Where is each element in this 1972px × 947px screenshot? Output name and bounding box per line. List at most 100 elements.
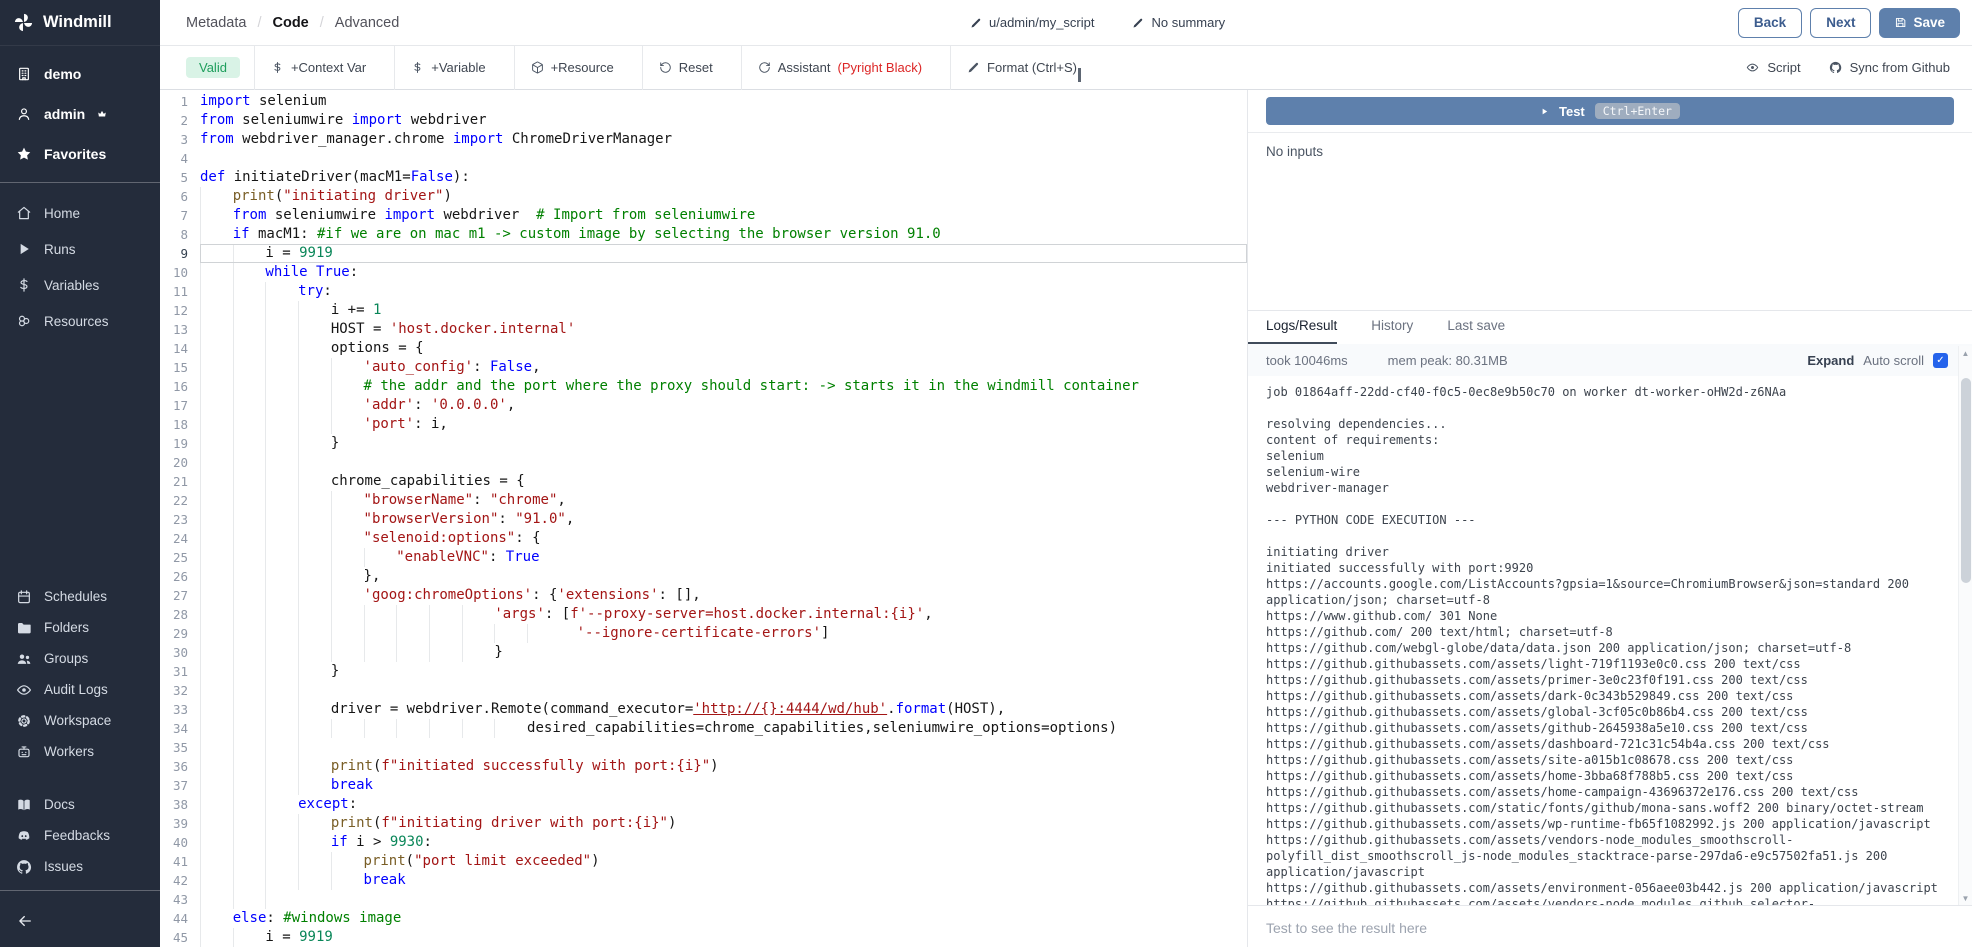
- code-line[interactable]: 10while True:: [160, 263, 1247, 282]
- code-line[interactable]: 18'port': i,: [160, 415, 1247, 434]
- code-line[interactable]: 44else: #windows image: [160, 909, 1247, 928]
- code-line[interactable]: 5def initiateDriver(macM1=False):: [160, 168, 1247, 187]
- sidebar-item-audit-logs[interactable]: Audit Logs: [0, 674, 160, 705]
- logs-output[interactable]: job 01864aff-22dd-cf40-f0c5-0ec8e9b50c70…: [1248, 376, 1958, 905]
- line-number: 31: [160, 662, 188, 681]
- sidebar-item-runs[interactable]: Runs: [0, 231, 160, 267]
- code-line[interactable]: 36print(f"initiated successfully with po…: [160, 757, 1247, 776]
- code-line[interactable]: 34desired_capabilities=chrome_capabiliti…: [160, 719, 1247, 738]
- code-line[interactable]: 40if i > 9930:: [160, 833, 1247, 852]
- tab-advanced[interactable]: Advanced: [335, 15, 400, 31]
- scroll-down-icon[interactable]: ▼: [1959, 891, 1972, 905]
- sidebar-item-home[interactable]: Home: [0, 195, 160, 231]
- save-button[interactable]: Save: [1879, 8, 1960, 38]
- toolbar-button-reset[interactable]: Reset: [645, 46, 727, 90]
- script-path[interactable]: u/admin/my_script: [970, 15, 1094, 30]
- sidebar-item-workers[interactable]: Workers: [0, 736, 160, 767]
- code-line[interactable]: 11try:: [160, 282, 1247, 301]
- code-line[interactable]: 27'goog:chromeOptions': {'extensions': […: [160, 586, 1247, 605]
- result-tab-last-save[interactable]: Last save: [1447, 318, 1505, 344]
- code-line[interactable]: 22"browserName": "chrome",: [160, 491, 1247, 510]
- sidebar-item-schedules[interactable]: Schedules: [0, 581, 160, 612]
- code-line[interactable]: 8if macM1: #if we are on mac m1 -> custo…: [160, 225, 1247, 244]
- sidebar-item-feedbacks[interactable]: Feedbacks: [0, 820, 160, 851]
- code-line[interactable]: 35: [160, 738, 1247, 757]
- sidebar-item-demo[interactable]: demo: [0, 54, 160, 94]
- code-line[interactable]: 12i += 1: [160, 301, 1247, 320]
- sidebar-item-workspace[interactable]: Workspace: [0, 705, 160, 736]
- result-tab-logs-result[interactable]: Logs/Result: [1248, 318, 1337, 344]
- toolbar-button-sync-from-github[interactable]: Sync from Github: [1815, 46, 1964, 90]
- sidebar-item-admin[interactable]: admin: [0, 94, 160, 134]
- code-line[interactable]: 7from seleniumwire import webdriver # Im…: [160, 206, 1247, 225]
- code-line[interactable]: 41print("port limit exceeded"): [160, 852, 1247, 871]
- code-line[interactable]: 9i = 9919: [160, 244, 1247, 263]
- scrollbar-thumb[interactable]: [1961, 378, 1971, 583]
- toolbar-button-assistant[interactable]: Assistant(Pyright Black): [744, 46, 936, 90]
- code-line[interactable]: 26},: [160, 567, 1247, 586]
- log-line: selenium: [1266, 448, 1948, 464]
- toolbar-button-script[interactable]: Script: [1732, 46, 1814, 90]
- test-button[interactable]: Test Ctrl+Enter: [1266, 97, 1954, 125]
- toolbar-button-label: Reset: [679, 60, 713, 75]
- code-line[interactable]: 16# the addr and the port where the prox…: [160, 377, 1247, 396]
- code-line[interactable]: 13HOST = 'host.docker.internal': [160, 320, 1247, 339]
- windmill-logo[interactable]: Windmill: [0, 0, 160, 46]
- line-number: 38: [160, 795, 188, 814]
- code-line[interactable]: 24"selenoid:options": {: [160, 529, 1247, 548]
- expand-button[interactable]: Expand: [1807, 353, 1854, 368]
- sidebar-item-folders[interactable]: Folders: [0, 612, 160, 643]
- code-line[interactable]: 21chrome_capabilities = {: [160, 472, 1247, 491]
- code-editor[interactable]: 1import selenium2from seleniumwire impor…: [160, 90, 1247, 947]
- code-line[interactable]: 4: [160, 149, 1247, 168]
- code-line[interactable]: 17'addr': '0.0.0.0',: [160, 396, 1247, 415]
- code-line[interactable]: 29 '--ignore-certificate-errors']: [160, 624, 1247, 643]
- sidebar-item-resources[interactable]: Resources: [0, 303, 160, 339]
- sidebar-item-docs[interactable]: Docs: [0, 789, 160, 820]
- toolbar-button-format-ctrl-s-[interactable]: Format (Ctrl+S): [953, 46, 1091, 90]
- code-line-content: from webdriver_manager.chrome import Chr…: [200, 130, 1247, 149]
- code-line[interactable]: 1import selenium: [160, 92, 1247, 111]
- code-line[interactable]: 6print("initiating driver"): [160, 187, 1247, 206]
- sidebar-item-variables[interactable]: Variables: [0, 267, 160, 303]
- code-line[interactable]: 20: [160, 453, 1247, 472]
- line-number: 13: [160, 320, 188, 339]
- code-line[interactable]: 31}: [160, 662, 1247, 681]
- collapse-sidebar-button[interactable]: [0, 899, 160, 943]
- sidebar-item-groups[interactable]: Groups: [0, 643, 160, 674]
- scroll-up-icon[interactable]: ▲: [1959, 346, 1972, 360]
- sidebar-divider: [0, 182, 160, 183]
- script-summary[interactable]: No summary: [1132, 15, 1225, 30]
- code-line[interactable]: 42break: [160, 871, 1247, 890]
- toolbar-button--variable[interactable]: +Variable: [397, 46, 499, 90]
- code-line[interactable]: 25"enableVNC": True: [160, 548, 1247, 567]
- sidebar-item-favorites[interactable]: Favorites: [0, 134, 160, 174]
- code-line[interactable]: 32: [160, 681, 1247, 700]
- back-button[interactable]: Back: [1738, 8, 1802, 38]
- toolbar-button--resource[interactable]: +Resource: [517, 46, 628, 90]
- code-line-content: print(f"initiating driver with port:{i}"…: [200, 814, 1247, 833]
- toolbar-button--context-var[interactable]: +Context Var: [257, 46, 380, 90]
- code-line[interactable]: 2from seleniumwire import webdriver: [160, 111, 1247, 130]
- code-line[interactable]: 39print(f"initiating driver with port:{i…: [160, 814, 1247, 833]
- code-line[interactable]: 23"browserVersion": "91.0",: [160, 510, 1247, 529]
- code-line[interactable]: 37break: [160, 776, 1247, 795]
- sidebar-item-issues[interactable]: Issues: [0, 851, 160, 882]
- code-line[interactable]: 38except:: [160, 795, 1247, 814]
- code-line[interactable]: 15'auto_config': False,: [160, 358, 1247, 377]
- tab-code[interactable]: Code: [273, 15, 309, 31]
- code-line[interactable]: 3from webdriver_manager.chrome import Ch…: [160, 130, 1247, 149]
- code-line[interactable]: 14options = {: [160, 339, 1247, 358]
- result-tab-history[interactable]: History: [1371, 318, 1413, 344]
- code-line[interactable]: 45i = 9919: [160, 928, 1247, 947]
- code-line[interactable]: 28'args': [f'--proxy-server=host.docker.…: [160, 605, 1247, 624]
- auto-scroll-checkbox[interactable]: ✓: [1933, 353, 1948, 368]
- code-line[interactable]: 33driver = webdriver.Remote(command_exec…: [160, 700, 1247, 719]
- code-line[interactable]: 43: [160, 890, 1247, 909]
- logs-scrollbar[interactable]: ▲ ▼: [1958, 346, 1972, 905]
- next-button[interactable]: Next: [1810, 8, 1871, 38]
- tab-metadata[interactable]: Metadata: [186, 15, 246, 31]
- code-line[interactable]: 30}: [160, 643, 1247, 662]
- sidebar-item-label: Folders: [44, 620, 89, 635]
- code-line[interactable]: 19}: [160, 434, 1247, 453]
